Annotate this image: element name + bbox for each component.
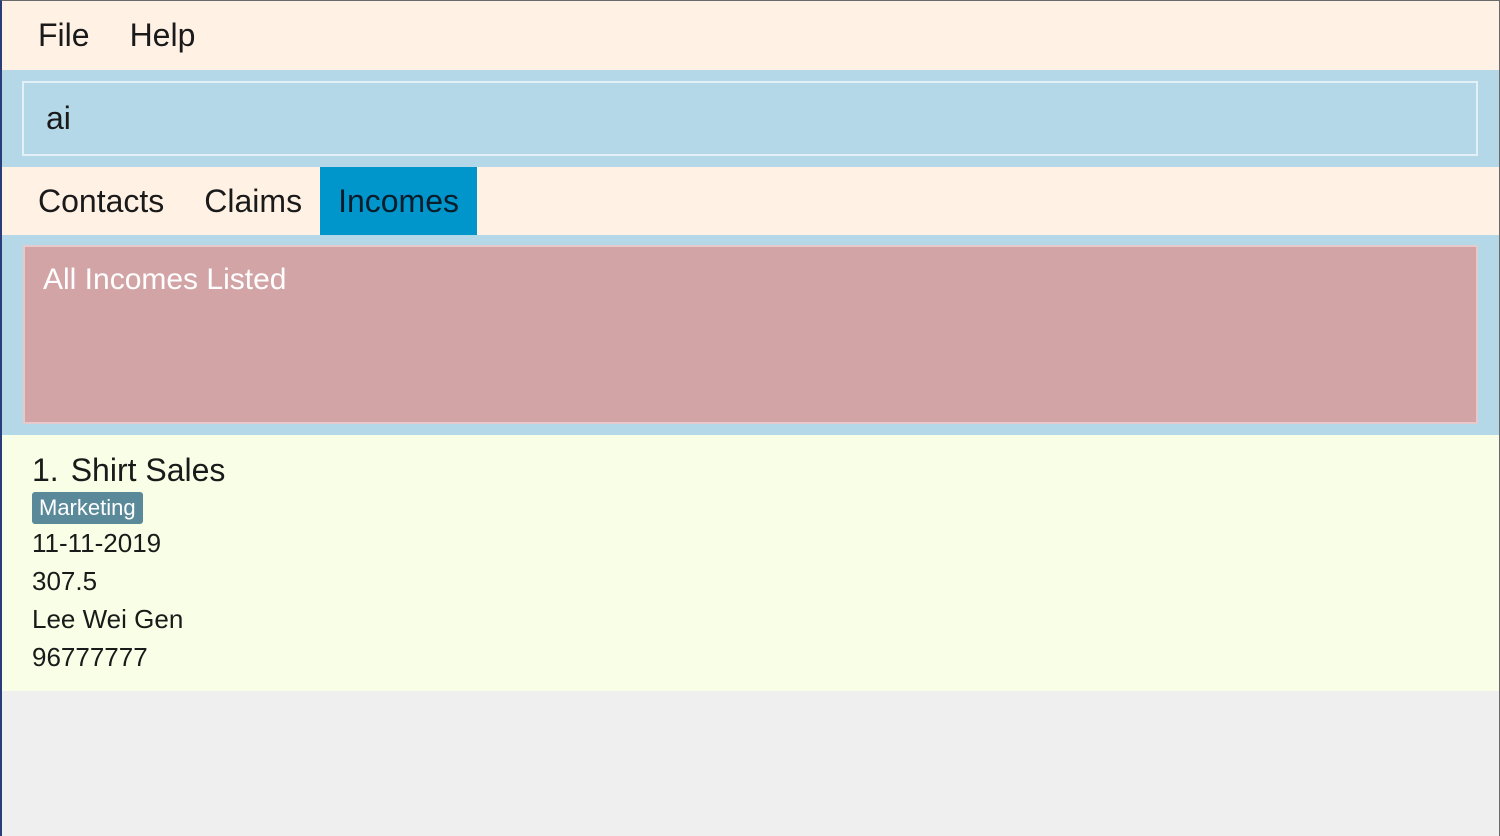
result-area: All Incomes Listed — [2, 235, 1499, 435]
result-display: All Incomes Listed — [23, 245, 1478, 424]
income-amount: 307.5 — [32, 566, 98, 596]
tab-bar: Contacts Claims Incomes — [2, 167, 1499, 235]
income-description: Shirt Sales — [70, 452, 226, 488]
income-person-name: Lee Wei Gen — [32, 604, 184, 634]
menu-help[interactable]: Help — [110, 17, 216, 54]
income-title: 1. Shirt Sales — [32, 451, 225, 489]
tab-contacts[interactable]: Contacts — [2, 167, 186, 235]
income-phone: 96777777 — [32, 642, 148, 672]
income-date: 11-11-2019 — [32, 528, 162, 558]
app-window: File Help ai Contacts Claims Incomes All… — [0, 0, 1500, 836]
tab-incomes[interactable]: Incomes — [320, 167, 477, 235]
menu-file[interactable]: File — [2, 17, 110, 54]
command-input[interactable]: ai — [22, 81, 1478, 156]
income-index: 1. — [32, 452, 59, 488]
income-list[interactable]: 1. Shirt Sales Marketing 11-11-2019 307.5… — [2, 435, 1499, 691]
income-tag: Marketing — [32, 492, 143, 524]
income-card[interactable]: 1. Shirt Sales Marketing 11-11-2019 307.5… — [32, 451, 225, 676]
menu-bar: File Help — [2, 1, 1499, 70]
command-area: ai — [2, 70, 1499, 167]
tab-claims[interactable]: Claims — [186, 167, 320, 235]
